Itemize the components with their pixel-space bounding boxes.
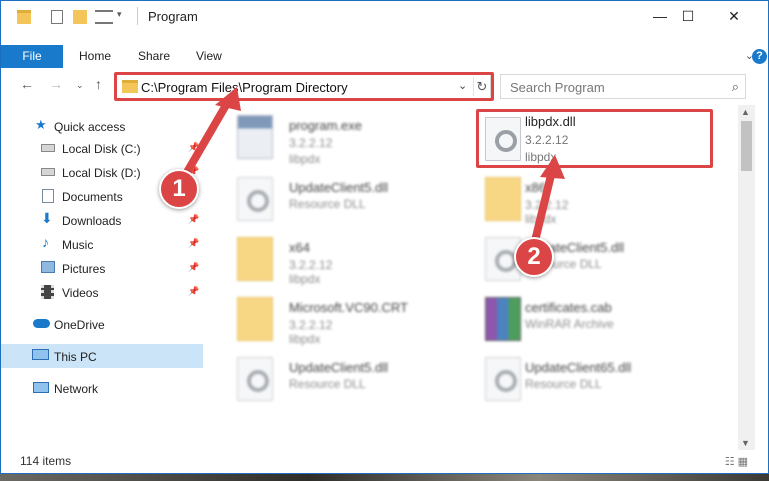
step-marker-1: 1	[159, 169, 199, 209]
desktop-background	[0, 474, 769, 481]
step-marker-2: 2	[514, 237, 554, 277]
annotation-arrows	[179, 87, 565, 245]
explorer-window: ▾ Program — ☐ ✕ File Home Share View ⌄ ?…	[0, 0, 769, 474]
